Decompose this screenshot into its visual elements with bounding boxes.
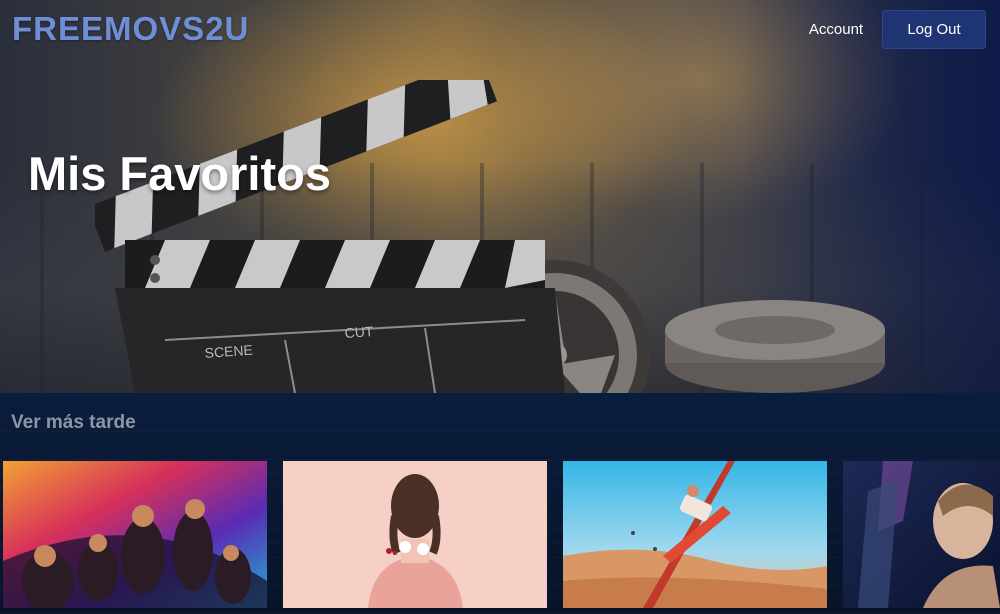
movie-card[interactable]: movie-poster-2 <box>283 461 547 608</box>
clapperboard-illustration: SCENE CUT <box>95 80 885 393</box>
watch-later-section: Ver más tarde <box>0 393 1000 614</box>
movie-card[interactable]: movie-poster-4 <box>843 461 1000 608</box>
movie-poster <box>843 461 1000 608</box>
logout-button[interactable]: Log Out <box>882 10 986 49</box>
movie-card[interactable]: movie-poster-1 <box>3 461 267 608</box>
movie-poster <box>283 461 547 608</box>
clapper-scene-text: SCENE <box>204 342 253 361</box>
page-title: Mis Favoritos <box>28 147 331 200</box>
movie-poster <box>3 461 267 608</box>
account-link[interactable]: Account <box>796 12 876 48</box>
movie-poster <box>563 461 827 608</box>
section-title: Ver más tarde <box>11 412 136 433</box>
site-logo[interactable]: FREEMOVS2U <box>12 10 249 48</box>
movie-card[interactable]: movie-poster-3 <box>563 461 827 608</box>
clapper-cut-text: CUT <box>344 323 374 341</box>
